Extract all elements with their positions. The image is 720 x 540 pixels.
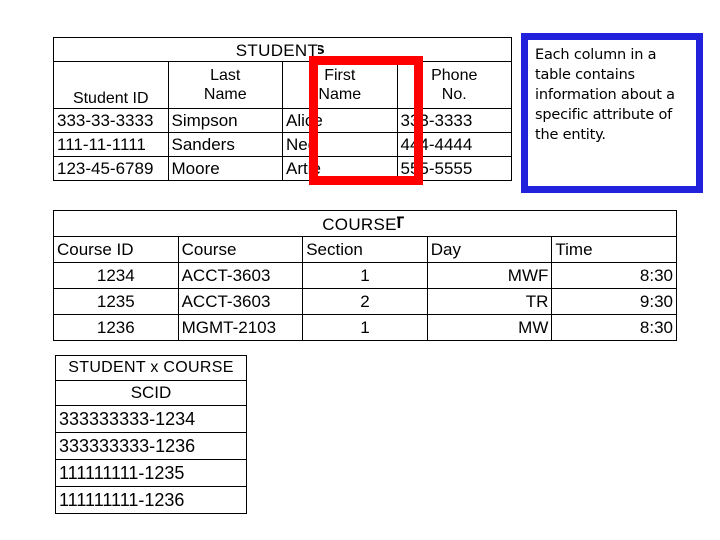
cell-day: MW	[426, 314, 553, 341]
student-course-table: STUDENT x COURSE SCID 333333333-1234 333…	[55, 355, 247, 514]
column-header-time: Time	[551, 236, 677, 263]
table-row: 111-11-1111 Sanders Ned 444-4444	[53, 132, 512, 157]
cell-course-id: 1234	[53, 262, 179, 289]
table-header-row: Student ID Last Name First Name Phone No.	[53, 61, 512, 109]
cell-last-name: Sanders	[167, 132, 283, 157]
course-table-title: COURSET	[53, 210, 677, 237]
cell-student-id: 111-11-1111	[53, 132, 169, 157]
cell-first-name: Artie	[282, 156, 398, 181]
cell-course: ACCT-3603	[177, 262, 304, 289]
cell-first-name: Alice	[282, 108, 398, 133]
table-title-row: STUDENTs	[53, 37, 512, 62]
table-header-row: Course ID Course Section Day Time	[53, 236, 677, 263]
cell-time: 8:30	[551, 314, 677, 341]
course-table: COURSET Course ID Course Section Day Tim…	[53, 210, 677, 341]
cell-first-name: Ned	[282, 132, 398, 157]
table-row: 111111111-1236	[55, 486, 247, 514]
table-title-row: COURSET	[53, 210, 677, 237]
column-header-course-id: Course ID	[53, 236, 179, 263]
column-header-day: Day	[426, 236, 553, 263]
cell-last-name: Simpson	[167, 108, 283, 133]
column-header-section: Section	[302, 236, 428, 263]
slide-canvas: STUDENTs Student ID LastName FirstName P…	[0, 0, 720, 540]
column-header-phone-no: Phone No.	[396, 61, 512, 109]
cell-time: 8:30	[551, 262, 677, 289]
column-header-student-id: Student ID	[53, 61, 169, 109]
cell-last-name: Moore	[167, 156, 283, 181]
cell-scid: 111111111-1236	[55, 486, 247, 514]
student-table: STUDENTs Student ID LastName FirstName P…	[53, 37, 512, 181]
note-text: Each column in a table contains informat…	[535, 47, 675, 143]
student-course-table-title: STUDENT x COURSE	[55, 355, 247, 381]
cell-student-id: 123-45-6789	[53, 156, 169, 181]
cell-course-id: 1235	[53, 288, 179, 315]
cell-course-id: 1236	[53, 314, 179, 341]
cell-course: MGMT-2103	[177, 314, 304, 341]
cell-day: MWF	[426, 262, 553, 289]
table-title-row: STUDENT x COURSE	[55, 355, 247, 381]
title-clipped-glyph: T	[397, 213, 408, 230]
cell-phone-no: 444-4444	[396, 132, 512, 157]
course-table-container: COURSET Course ID Course Section Day Tim…	[53, 210, 677, 341]
table-row: 1234 ACCT-3603 1 MWF 8:30	[53, 262, 677, 289]
cell-time: 9:30	[551, 288, 677, 315]
column-header-course: Course	[177, 236, 304, 263]
table-row: 333333333-1234	[55, 405, 247, 433]
cell-course: ACCT-3603	[177, 288, 304, 315]
cell-phone-no: 555-5555	[396, 156, 512, 181]
note-callout-box: Each column in a table contains informat…	[521, 33, 703, 193]
column-header-last-name: Last Name	[167, 61, 283, 109]
table-row: 333333333-1236	[55, 432, 247, 460]
cell-scid: 333333333-1236	[55, 432, 247, 460]
cell-phone-no: 333-3333	[396, 108, 512, 133]
table-row: 1235 ACCT-3603 2 TR 9:30	[53, 288, 677, 315]
table-header-row: SCID	[55, 380, 247, 406]
cell-section: 2	[302, 288, 428, 315]
table-row: 111111111-1235	[55, 459, 247, 487]
cell-section: 1	[302, 262, 428, 289]
table-row: 123-45-6789 Moore Artie 555-5555	[53, 156, 512, 181]
cell-scid: 333333333-1234	[55, 405, 247, 433]
student-course-table-container: STUDENT x COURSE SCID 333333333-1234 333…	[55, 355, 247, 514]
column-header-first-name: First Name	[282, 61, 398, 109]
title-clipped-glyph: s	[318, 39, 329, 56]
column-header-scid: SCID	[55, 380, 247, 406]
cell-student-id: 333-33-3333	[53, 108, 169, 133]
student-table-title: STUDENTs	[53, 37, 512, 62]
cell-day: TR	[426, 288, 553, 315]
table-row: 1236 MGMT-2103 1 MW 8:30	[53, 314, 677, 341]
cell-scid: 111111111-1235	[55, 459, 247, 487]
table-row: 333-33-3333 Simpson Alice 333-3333	[53, 108, 512, 133]
cell-section: 1	[302, 314, 428, 341]
student-table-container: STUDENTs Student ID LastName FirstName P…	[53, 37, 512, 181]
